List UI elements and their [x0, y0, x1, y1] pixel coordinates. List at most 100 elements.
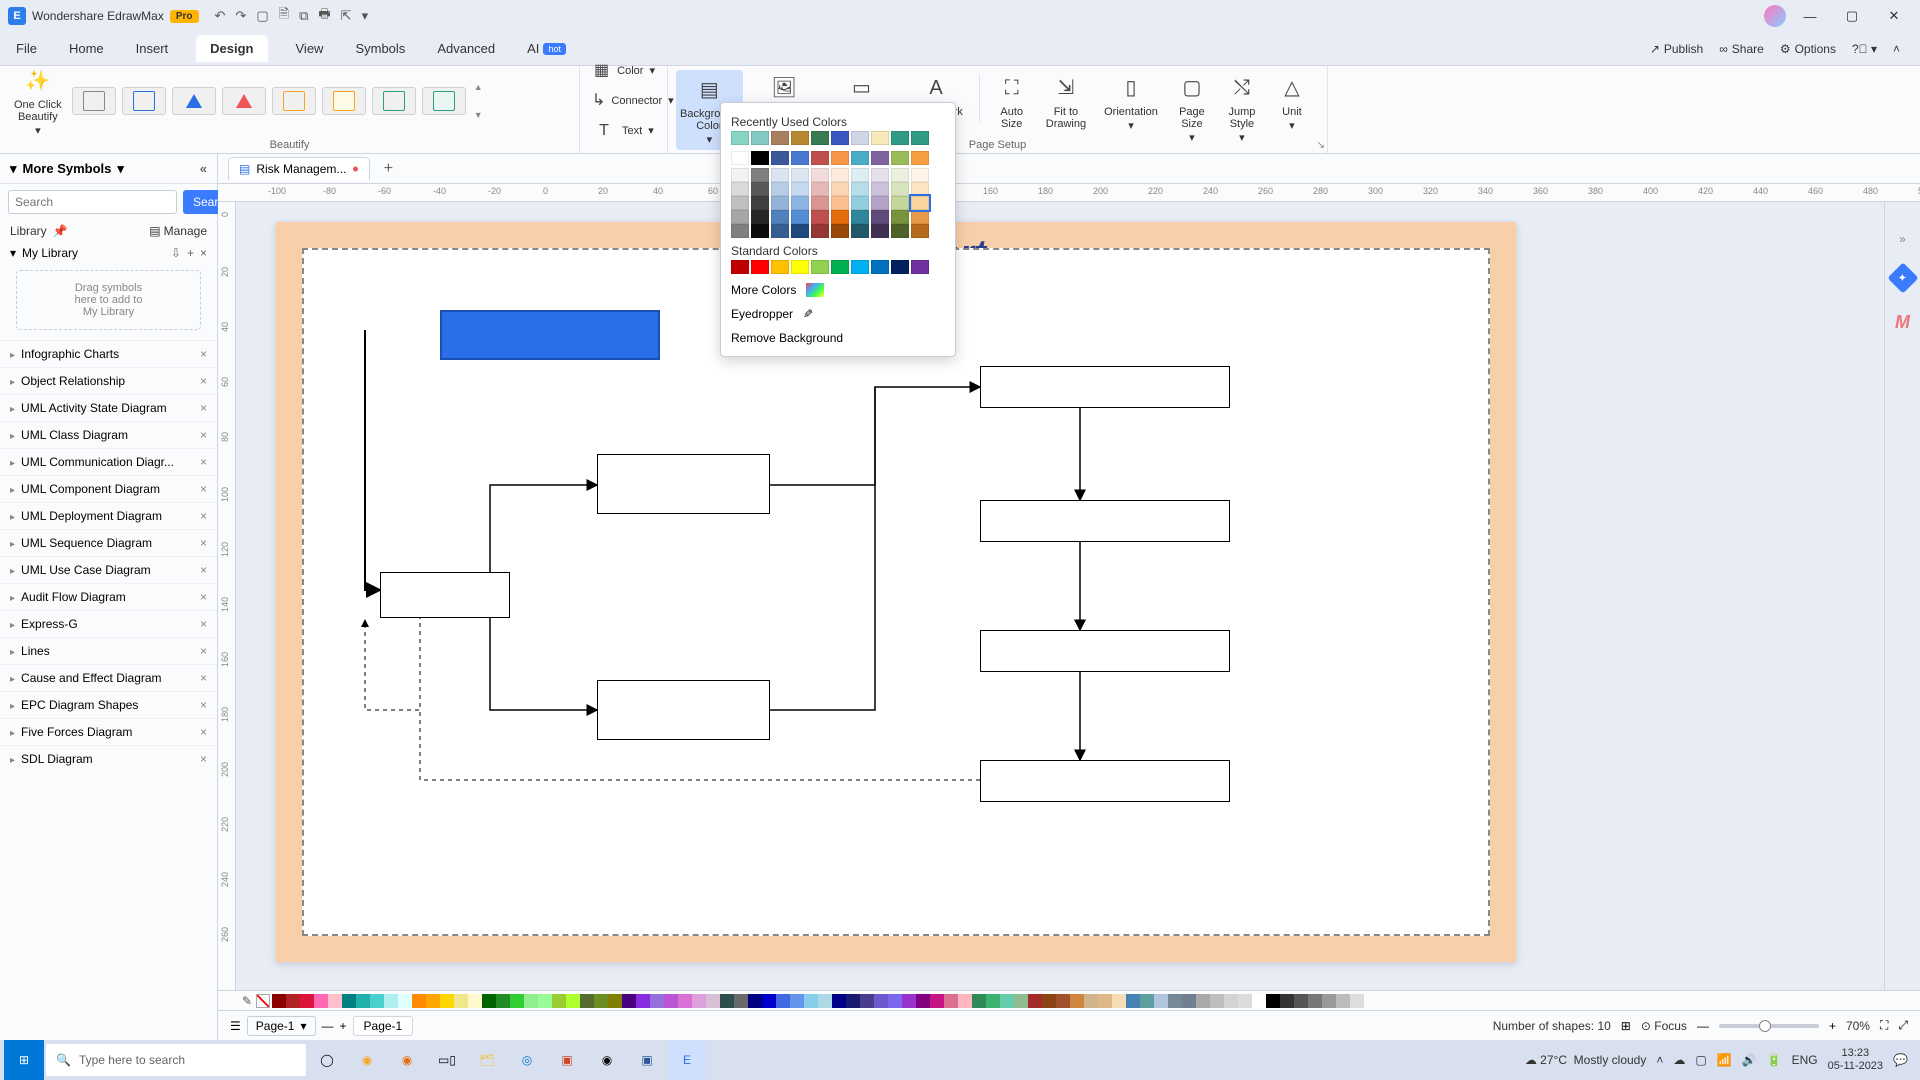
style-preset-5[interactable]: [272, 87, 316, 115]
theme-color-swatch[interactable]: [771, 151, 789, 165]
theme-shade-swatch[interactable]: [811, 182, 829, 196]
category-remove-icon[interactable]: ×: [200, 482, 207, 496]
fit-to-drawing-button[interactable]: ⇲Fit to Drawing: [1040, 70, 1092, 132]
tab-design[interactable]: Design: [196, 35, 267, 62]
start-button[interactable]: ⊞: [4, 1040, 44, 1080]
options-button[interactable]: ⚙ Options: [1780, 42, 1836, 56]
theme-shade-swatch[interactable]: [831, 224, 849, 238]
theme-shade-swatch[interactable]: [871, 168, 889, 182]
page-setup-expander[interactable]: ↘: [1317, 140, 1325, 151]
palette-swatch[interactable]: [1182, 994, 1196, 1008]
tray-chevron-icon[interactable]: ˄: [1656, 1053, 1663, 1067]
palette-swatch[interactable]: [1294, 994, 1308, 1008]
palette-swatch[interactable]: [776, 994, 790, 1008]
palette-swatch[interactable]: [636, 994, 650, 1008]
ai-assistant-button[interactable]: ✦: [1891, 266, 1915, 290]
palette-swatch[interactable]: [1350, 994, 1364, 1008]
standard-color-swatch[interactable]: [791, 260, 809, 274]
preset-scroll-up[interactable]: ▲: [474, 82, 483, 92]
weather-widget[interactable]: ☁ 27°C Mostly cloudy: [1525, 1053, 1647, 1067]
palette-swatch[interactable]: [1070, 994, 1084, 1008]
theme-shade-swatch[interactable]: [791, 210, 809, 224]
redo-icon[interactable]: ↷: [235, 8, 246, 24]
palette-swatch[interactable]: [734, 994, 748, 1008]
theme-shade-swatch[interactable]: [911, 168, 929, 182]
palette-swatch[interactable]: [1266, 994, 1280, 1008]
flowchart-node[interactable]: [597, 454, 770, 514]
palette-swatch[interactable]: [286, 994, 300, 1008]
save-icon[interactable]: 🗎: [279, 5, 289, 27]
m-logo-button[interactable]: M: [1891, 310, 1915, 334]
theme-shade-swatch[interactable]: [731, 182, 749, 196]
palette-swatch[interactable]: [664, 994, 678, 1008]
document-tab[interactable]: ▤ Risk Managem... •: [228, 157, 370, 180]
remove-background-button[interactable]: Remove Background: [731, 326, 945, 350]
library-pin-icon[interactable]: 📌: [53, 224, 68, 238]
new-icon[interactable]: ▢: [256, 8, 268, 24]
theme-shade-swatch[interactable]: [791, 168, 809, 182]
palette-swatch[interactable]: [398, 994, 412, 1008]
category-item[interactable]: UML Class Diagram×: [0, 421, 217, 448]
mylib-import-icon[interactable]: ⇩: [171, 246, 181, 260]
theme-shade-swatch[interactable]: [811, 224, 829, 238]
chrome-canary-icon[interactable]: ◉: [348, 1040, 386, 1080]
palette-swatch[interactable]: [1028, 994, 1042, 1008]
palette-swatch[interactable]: [1112, 994, 1126, 1008]
standard-color-swatch[interactable]: [771, 260, 789, 274]
category-item[interactable]: UML Activity State Diagram×: [0, 394, 217, 421]
category-remove-icon[interactable]: ×: [200, 590, 207, 604]
recent-color-swatch[interactable]: [751, 131, 769, 145]
palette-swatch[interactable]: [1322, 994, 1336, 1008]
palette-swatch[interactable]: [888, 994, 902, 1008]
theme-shade-swatch[interactable]: [811, 196, 829, 210]
eyedropper-palette-icon[interactable]: ✎: [242, 994, 252, 1008]
tab-file[interactable]: File: [12, 35, 41, 62]
theme-shade-swatch[interactable]: [891, 168, 909, 182]
focus-button[interactable]: ⊙ Focus: [1641, 1019, 1687, 1033]
category-item[interactable]: UML Use Case Diagram×: [0, 556, 217, 583]
taskbar-search[interactable]: 🔍 Type here to search: [46, 1044, 306, 1076]
avatar[interactable]: [1764, 5, 1786, 27]
flowchart-node[interactable]: [597, 680, 770, 740]
category-remove-icon[interactable]: ×: [200, 347, 207, 361]
palette-swatch[interactable]: [482, 994, 496, 1008]
palette-swatch[interactable]: [1308, 994, 1322, 1008]
add-tab-button[interactable]: +: [378, 160, 399, 178]
palette-swatch[interactable]: [1238, 994, 1252, 1008]
category-item[interactable]: Audit Flow Diagram×: [0, 583, 217, 610]
mylib-remove-icon[interactable]: ×: [200, 246, 207, 260]
theme-color-swatch[interactable]: [911, 151, 929, 165]
collapse-panel-icon[interactable]: «: [200, 161, 207, 176]
mylib-add-icon[interactable]: +: [187, 246, 194, 260]
palette-swatch[interactable]: [650, 994, 664, 1008]
theme-shade-swatch[interactable]: [891, 224, 909, 238]
palette-swatch[interactable]: [1224, 994, 1238, 1008]
palette-swatch[interactable]: [972, 994, 986, 1008]
open-icon[interactable]: ⧉: [299, 8, 308, 24]
onedrive-icon[interactable]: ☁: [1673, 1053, 1685, 1067]
theme-color-button[interactable]: ▦Color ▾: [588, 57, 659, 85]
style-preset-3[interactable]: [172, 87, 216, 115]
jump-style-button[interactable]: ⤭Jump Style ▾: [1220, 70, 1264, 146]
theme-color-swatch[interactable]: [751, 151, 769, 165]
palette-swatch[interactable]: [426, 994, 440, 1008]
theme-shade-swatch[interactable]: [851, 168, 869, 182]
palette-swatch[interactable]: [874, 994, 888, 1008]
collapse-ribbon-icon[interactable]: ˄: [1893, 42, 1900, 56]
palette-swatch[interactable]: [748, 994, 762, 1008]
theme-shade-swatch[interactable]: [891, 210, 909, 224]
minimize-button[interactable]: —: [1792, 9, 1828, 24]
palette-swatch[interactable]: [1098, 994, 1112, 1008]
theme-shade-swatch[interactable]: [751, 224, 769, 238]
theme-shade-swatch[interactable]: [851, 210, 869, 224]
flowchart-node[interactable]: [980, 760, 1230, 802]
palette-swatch[interactable]: [916, 994, 930, 1008]
taskbar-clock[interactable]: 13:2305-11-2023: [1828, 1047, 1883, 1073]
palette-swatch[interactable]: [1000, 994, 1014, 1008]
orientation-button[interactable]: ▯Orientation ▾: [1098, 70, 1164, 134]
standard-color-swatch[interactable]: [731, 260, 749, 274]
fit-page-icon[interactable]: ⛶: [1880, 1018, 1888, 1033]
category-remove-icon[interactable]: ×: [200, 617, 207, 631]
palette-swatch[interactable]: [790, 994, 804, 1008]
category-item[interactable]: UML Sequence Diagram×: [0, 529, 217, 556]
